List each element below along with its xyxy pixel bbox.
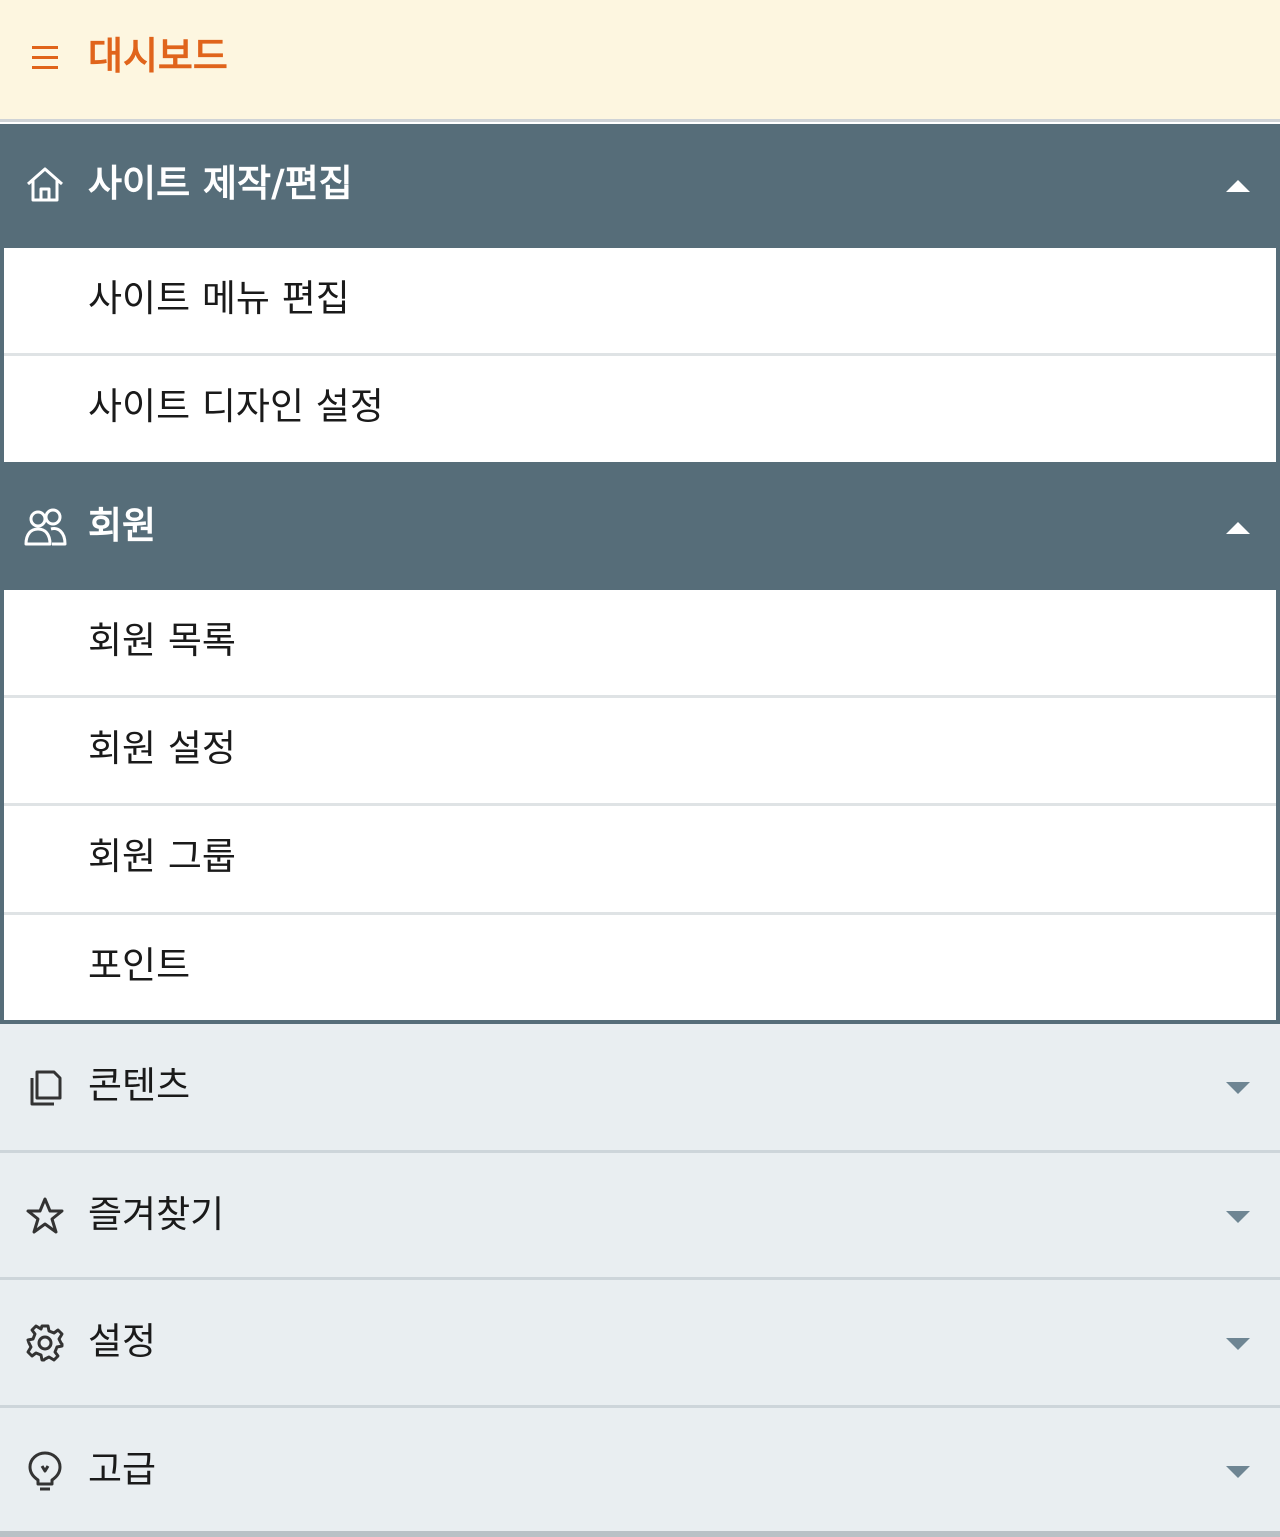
admin-sidebar-menu: 대시보드 사이트 제작/편집 사이트 메뉴 편집 사이트 디자인 설정 회원 회… — [0, 0, 1280, 1537]
section-header-advanced[interactable]: 고급 — [0, 1408, 1280, 1531]
users-icon — [24, 506, 67, 548]
menu-item-member-settings[interactable]: 회원 설정 — [4, 698, 1276, 806]
menu-item-member-list[interactable]: 회원 목록 — [4, 590, 1276, 698]
chevron-up-icon[interactable] — [1224, 520, 1252, 536]
section-header-site[interactable]: 사이트 제작/편집 — [0, 124, 1280, 248]
section-header-favorites[interactable]: 즐겨찾기 — [0, 1153, 1280, 1279]
menu-item-site-design[interactable]: 사이트 디자인 설정 — [4, 356, 1276, 464]
chevron-down-icon[interactable] — [1224, 1464, 1252, 1480]
copy-icon — [24, 1066, 66, 1108]
section-label-site: 사이트 제작/편집 — [88, 162, 353, 205]
section-items-member: 회원 목록 회원 설정 회원 그룹 포인트 — [0, 590, 1280, 1024]
section-label-member: 회원 — [88, 504, 157, 547]
menu-item-point[interactable]: 포인트 — [4, 915, 1276, 1020]
bottom-edge — [0, 1531, 1280, 1537]
section-header-content[interactable]: 콘텐츠 — [0, 1024, 1280, 1150]
section-header-member[interactable]: 회원 — [0, 462, 1280, 590]
page-title[interactable]: 대시보드 — [88, 28, 228, 84]
chevron-down-icon[interactable] — [1224, 1080, 1252, 1096]
top-bar: 대시보드 — [0, 0, 1280, 122]
hamburger-icon[interactable] — [28, 40, 62, 74]
menu-item-label: 회원 설정 — [88, 727, 236, 770]
section-label-advanced: 고급 — [88, 1448, 157, 1491]
section-label-content: 콘텐츠 — [88, 1064, 191, 1107]
star-icon — [24, 1195, 66, 1237]
home-icon — [24, 164, 66, 206]
menu-item-label: 회원 목록 — [88, 619, 236, 662]
menu-item-label: 사이트 디자인 설정 — [88, 385, 384, 428]
menu-item-label: 포인트 — [88, 944, 191, 987]
gear-icon — [24, 1322, 66, 1364]
lightbulb-icon — [24, 1450, 66, 1492]
chevron-up-icon[interactable] — [1224, 178, 1252, 194]
menu-item-site-menu-edit[interactable]: 사이트 메뉴 편집 — [4, 248, 1276, 356]
chevron-down-icon[interactable] — [1224, 1336, 1252, 1352]
section-header-settings[interactable]: 설정 — [0, 1280, 1280, 1406]
chevron-down-icon[interactable] — [1224, 1209, 1252, 1225]
menu-item-label: 사이트 메뉴 편집 — [88, 277, 350, 320]
section-items-site: 사이트 메뉴 편집 사이트 디자인 설정 — [0, 248, 1280, 464]
section-label-settings: 설정 — [88, 1320, 157, 1363]
menu-item-member-group[interactable]: 회원 그룹 — [4, 806, 1276, 914]
section-label-favorites: 즐겨찾기 — [88, 1193, 225, 1236]
menu-item-label: 회원 그룹 — [88, 835, 236, 878]
